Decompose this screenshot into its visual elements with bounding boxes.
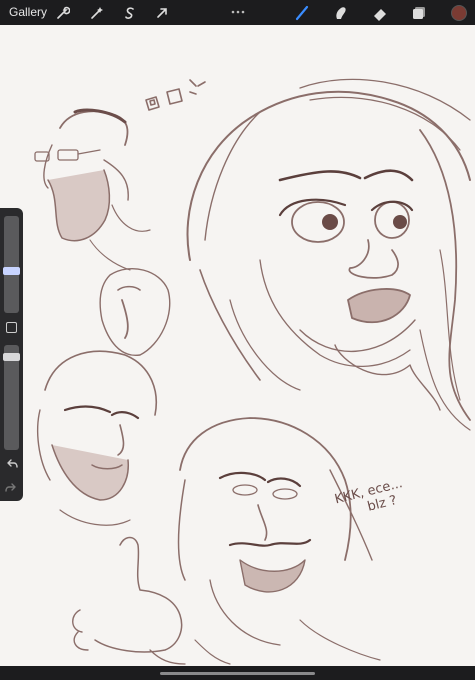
- transform-arrow-icon[interactable]: [152, 3, 172, 23]
- gallery-button[interactable]: Gallery: [9, 5, 47, 19]
- smudge-icon[interactable]: [331, 3, 351, 23]
- opacity-thumb[interactable]: [3, 353, 20, 361]
- modify-square-icon[interactable]: [6, 322, 17, 333]
- wrench-icon[interactable]: [53, 3, 73, 23]
- magic-wand-icon[interactable]: [87, 3, 107, 23]
- brush-size-slider[interactable]: [4, 216, 19, 313]
- color-swatch[interactable]: [449, 3, 469, 23]
- brush-icon[interactable]: [292, 3, 312, 23]
- selection-s-icon[interactable]: [120, 3, 140, 23]
- layers-icon[interactable]: [409, 3, 429, 23]
- top-toolbar: Gallery: [0, 0, 475, 25]
- drawing-canvas[interactable]: KKK, ece... blz ?: [0, 25, 475, 666]
- brush-size-thumb[interactable]: [3, 267, 20, 275]
- side-panel: [0, 208, 23, 501]
- home-indicator[interactable]: [160, 672, 315, 675]
- eraser-icon[interactable]: [370, 3, 390, 23]
- more-options-icon[interactable]: [230, 3, 246, 14]
- sketch-artwork: [34, 78, 471, 665]
- redo-icon[interactable]: [5, 482, 18, 495]
- undo-icon[interactable]: [5, 458, 18, 471]
